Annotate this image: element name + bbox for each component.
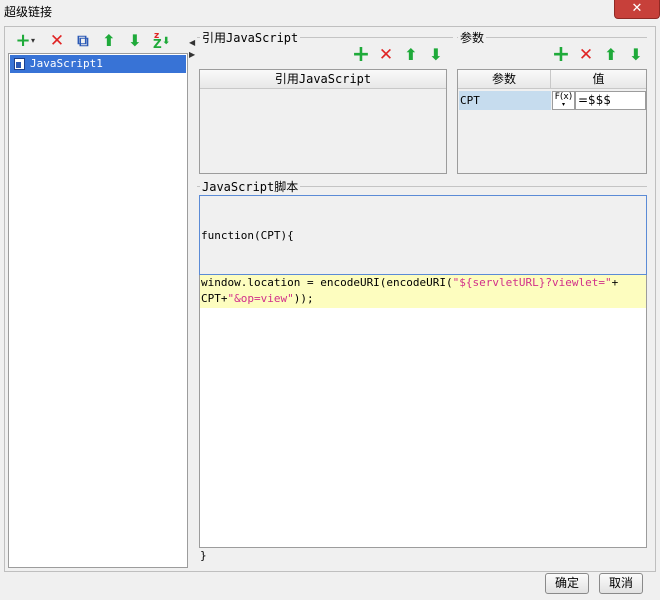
list-item-javascript1[interactable]: JavaScript1 <box>10 55 186 73</box>
code-line-2: CPT+"&op=view")); <box>201 292 314 305</box>
sort-icon[interactable]: z Z ⬇ <box>151 31 171 51</box>
script-header-editor[interactable]: function(CPT){ <box>199 195 647 275</box>
value-column-header[interactable]: 值 <box>551 70 646 89</box>
move-up-icon[interactable]: ⬆ <box>99 31 119 51</box>
javascript-list[interactable]: JavaScript1 <box>8 53 188 568</box>
imports-table[interactable]: 引用JavaScript <box>199 69 447 174</box>
delete-icon[interactable]: ✕ <box>47 31 67 51</box>
imports-move-up-icon[interactable]: ⬆ <box>401 45 421 65</box>
params-move-down-icon[interactable]: ⬇ <box>626 45 646 65</box>
copy-icon[interactable]: ⧉ <box>73 31 93 51</box>
script-file-icon <box>14 58 25 70</box>
expand-right-icon[interactable]: ▶ <box>189 50 195 59</box>
params-delete-icon[interactable]: ✕ <box>576 45 596 65</box>
imports-column-header[interactable]: 引用JavaScript <box>200 70 446 89</box>
add-dropdown-icon[interactable]: ▾ <box>31 36 35 45</box>
close-icon: ✕ <box>631 1 643 16</box>
close-button[interactable]: ✕ <box>614 0 660 19</box>
list-item-label: JavaScript1 <box>30 57 103 70</box>
function-signature: function(CPT){ <box>201 229 294 242</box>
collapse-left-icon[interactable]: ◀ <box>189 38 195 47</box>
title-bar <box>0 0 660 22</box>
imports-group-label: 引用JavaScript <box>200 29 301 46</box>
add-icon[interactable]: + <box>13 31 33 51</box>
ok-button[interactable]: 确定 <box>545 573 589 594</box>
params-table[interactable]: 参数 值 CPT F(x) ▾ =$$$ <box>457 69 647 174</box>
imports-add-icon[interactable]: + <box>351 44 371 66</box>
pane-splitter[interactable]: ◀ ▶ <box>189 30 196 570</box>
params-move-up-icon[interactable]: ⬆ <box>601 45 621 65</box>
imports-delete-icon[interactable]: ✕ <box>376 45 396 65</box>
code-line-1: window.location = encodeURI(encodeURI("$… <box>201 276 619 289</box>
script-body-editor[interactable]: window.location = encodeURI(encodeURI("$… <box>199 275 647 548</box>
params-group-label: 参数 <box>458 29 487 46</box>
imports-move-down-icon[interactable]: ⬇ <box>426 45 446 65</box>
param-value-input[interactable]: =$$$ <box>575 91 646 110</box>
params-add-icon[interactable]: + <box>551 44 571 66</box>
param-name-cell[interactable]: CPT <box>459 91 551 110</box>
function-closing-brace: } <box>200 549 207 562</box>
cancel-button[interactable]: 取消 <box>599 573 643 594</box>
window-title: 超级链接 <box>4 5 53 19</box>
move-down-icon[interactable]: ⬇ <box>125 31 145 51</box>
script-group-label: JavaScript脚本 <box>200 178 301 195</box>
params-column-header[interactable]: 参数 <box>458 70 551 89</box>
formula-button[interactable]: F(x) ▾ <box>552 91 575 110</box>
